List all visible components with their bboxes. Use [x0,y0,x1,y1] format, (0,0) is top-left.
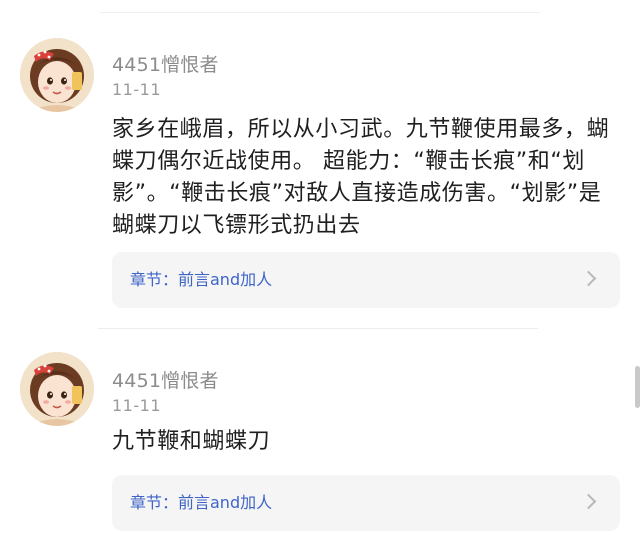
chevron-right-icon [580,493,597,510]
cartoon-girl-avatar-icon [20,352,94,426]
comment-item: 4451憎恨者 11-11 九节鞭和蝴蝶刀 章节：前言and加人 [0,0,640,540]
comment-date: 11-11 [112,396,161,415]
comment-text: 九节鞭和蝴蝶刀 [112,429,271,454]
scrollbar-thumb[interactable] [635,366,640,408]
chapter-link-card[interactable]: 章节：前言and加人 [112,475,620,531]
avatar[interactable] [20,352,94,426]
comment-username[interactable]: 4451憎恨者 [112,366,219,393]
chapter-label: 章节：前言and加人 [130,493,273,512]
